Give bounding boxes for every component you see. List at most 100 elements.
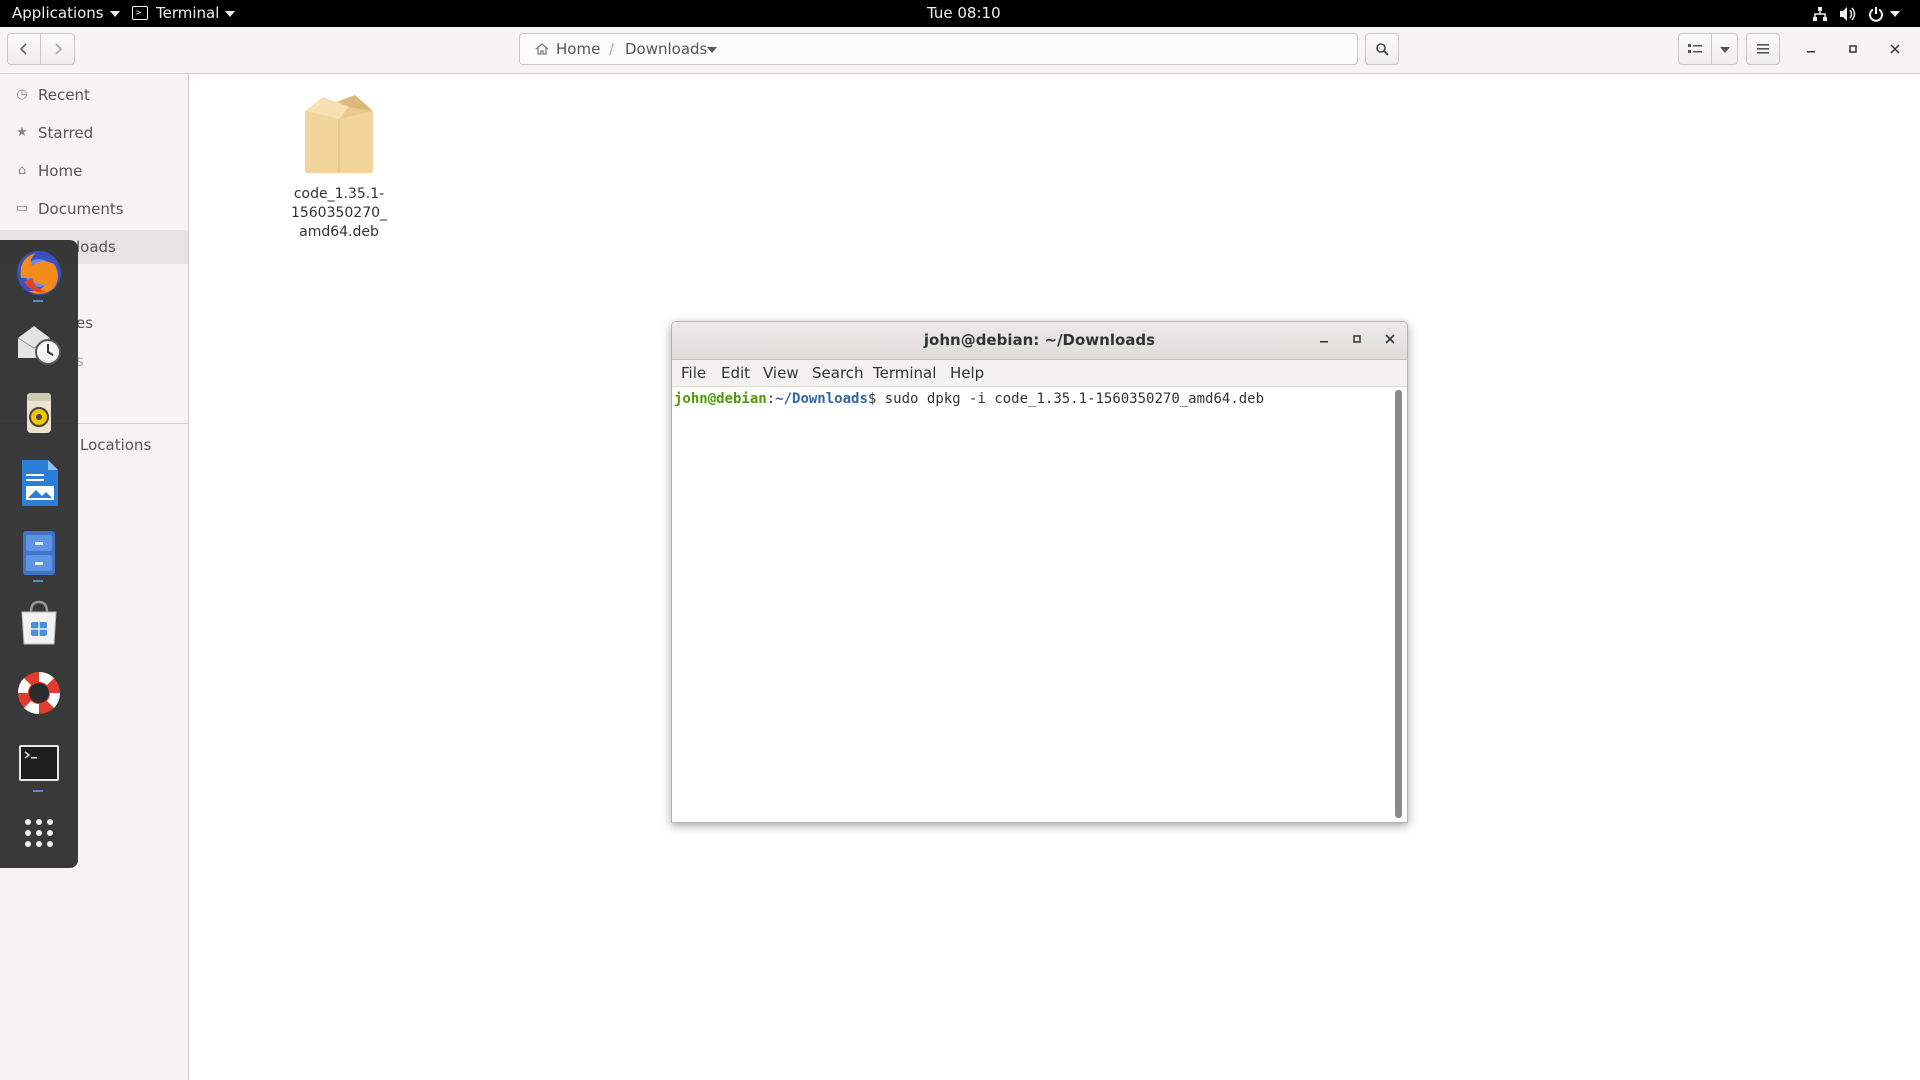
top-bar: Applications > Terminal Tue 08:10 xyxy=(0,0,1920,27)
menu-button[interactable] xyxy=(1746,33,1780,65)
minimize-icon xyxy=(1320,341,1328,343)
clock-icon: ◷ xyxy=(16,87,28,102)
file-name-label: code_1.35.1- 1560350270_ amd64.deb xyxy=(283,185,395,242)
chevron-down-icon xyxy=(1719,46,1730,53)
search-icon xyxy=(1376,43,1389,56)
terminal-icon: > xyxy=(132,5,148,20)
sidebar-item-label: Locations xyxy=(80,436,152,454)
terminal-scrollbar[interactable] xyxy=(1395,390,1402,818)
path-separator: / xyxy=(609,40,615,58)
software-icon xyxy=(21,600,57,645)
path-downloads-button[interactable]: Downloads xyxy=(625,34,707,64)
file-manager-headerbar: Home / Downloads xyxy=(0,27,1920,74)
sidebar-item-label: es xyxy=(76,314,94,332)
dock-software[interactable] xyxy=(14,598,64,648)
sidebar-item-label: loads xyxy=(76,238,116,256)
terminal-app-menu[interactable]: > Terminal xyxy=(132,0,236,27)
sidebar-item-starred[interactable]: ★ Starred xyxy=(0,116,188,150)
path-bar[interactable]: Home / Downloads xyxy=(519,33,1358,65)
home-icon xyxy=(535,43,549,55)
prompt-colon: : xyxy=(766,391,776,407)
files-icon xyxy=(23,531,55,575)
terminal-menu-label: Terminal xyxy=(156,4,220,22)
file-item[interactable]: code_1.35.1- 1560350270_ amd64.deb xyxy=(283,85,395,242)
chevron-down-icon xyxy=(225,10,236,17)
dash-dock xyxy=(0,240,78,868)
search-button[interactable] xyxy=(1365,33,1399,65)
dock-running-indicator xyxy=(33,580,43,582)
terminal-icon xyxy=(19,745,59,781)
power-menu[interactable] xyxy=(1868,0,1900,27)
dock-show-applications[interactable] xyxy=(14,808,64,858)
file-name-line: code_1.35.1- xyxy=(293,186,385,202)
terminal-window[interactable]: john@debian: ~/Downloads File Edit View … xyxy=(671,321,1408,823)
list-view-icon xyxy=(1688,44,1702,53)
view-list-button[interactable] xyxy=(1678,33,1712,65)
power-icon xyxy=(1869,7,1883,22)
firefox-icon xyxy=(17,251,61,295)
help-icon xyxy=(17,671,61,715)
maximize-button[interactable] xyxy=(1837,33,1869,65)
sidebar-item-label: Documents xyxy=(38,200,124,218)
hamburger-menu-icon xyxy=(1757,44,1769,54)
dock-rhythmbox[interactable] xyxy=(14,388,64,438)
close-icon xyxy=(1890,44,1900,54)
menu-search[interactable]: Search xyxy=(812,360,864,386)
clock[interactable]: Tue 08:10 xyxy=(927,0,1001,27)
close-button[interactable] xyxy=(1879,33,1911,65)
package-icon xyxy=(305,95,373,173)
terminal-titlebar[interactable]: john@debian: ~/Downloads xyxy=(672,322,1407,360)
prompt-path: ~/Downloads xyxy=(775,391,868,407)
file-name-line: amd64.deb xyxy=(299,224,379,240)
network-icon[interactable] xyxy=(1812,0,1830,27)
close-icon xyxy=(1385,334,1395,344)
menu-terminal[interactable]: Terminal xyxy=(873,360,936,386)
sidebar-item-home[interactable]: ⌂ Home xyxy=(0,154,188,188)
dock-files[interactable] xyxy=(14,528,64,578)
star-icon: ★ xyxy=(16,125,28,140)
menu-view[interactable]: View xyxy=(763,360,799,386)
minimize-icon xyxy=(1807,51,1815,53)
menu-help[interactable]: Help xyxy=(950,360,984,386)
dock-running-indicator xyxy=(33,300,43,302)
terminal-output[interactable]: john@debian:~/Downloads$ sudo dpkg -i co… xyxy=(672,387,1392,822)
evolution-icon xyxy=(17,326,61,365)
applications-menu[interactable]: Applications xyxy=(12,0,120,27)
terminal-minimize-button[interactable] xyxy=(1311,327,1337,353)
terminal-maximize-button[interactable] xyxy=(1344,327,1370,353)
terminal-close-button[interactable] xyxy=(1377,327,1403,353)
dock-terminal[interactable] xyxy=(14,738,64,788)
sidebar-item-documents[interactable]: ▭ Documents xyxy=(0,192,188,226)
app-grid-icon xyxy=(25,819,53,847)
chevron-down-icon xyxy=(1890,10,1900,17)
document-icon: ▭ xyxy=(15,201,29,216)
volume-icon[interactable] xyxy=(1839,0,1857,27)
back-button[interactable] xyxy=(7,33,41,65)
sidebar-item-recent[interactable]: ◷ Recent xyxy=(0,78,188,112)
forward-button[interactable] xyxy=(41,33,75,65)
chevron-down-icon xyxy=(109,10,120,17)
sidebar-item-label: Starred xyxy=(38,124,94,142)
dock-evolution[interactable] xyxy=(14,318,64,368)
path-home-button[interactable]: Home xyxy=(556,34,600,64)
menu-file[interactable]: File xyxy=(681,360,706,386)
forward-arrow-icon xyxy=(54,43,62,55)
maximize-icon xyxy=(1353,335,1361,343)
terminal-command-line: john@debian:~/Downloads$ sudo dpkg -i co… xyxy=(674,390,1264,408)
dock-running-indicator xyxy=(33,790,43,792)
prompt-user: john@debian xyxy=(674,391,767,407)
dock-firefox[interactable] xyxy=(14,248,64,298)
dock-help[interactable] xyxy=(14,668,64,718)
view-options-button[interactable] xyxy=(1712,33,1738,65)
maximize-icon xyxy=(1849,45,1857,53)
sidebar-item-label: Home xyxy=(38,162,83,180)
menu-edit[interactable]: Edit xyxy=(721,360,750,386)
minimize-button[interactable] xyxy=(1795,33,1827,65)
terminal-menubar: File Edit View Search Terminal Help xyxy=(672,360,1407,387)
home-icon: ⌂ xyxy=(17,163,27,178)
applications-label: Applications xyxy=(12,4,104,22)
terminal-title: john@debian: ~/Downloads xyxy=(923,331,1156,349)
dock-libreoffice-writer[interactable] xyxy=(14,458,64,508)
file-name-line: 1560350270_ xyxy=(290,205,388,221)
chevron-down-icon[interactable] xyxy=(707,47,717,53)
